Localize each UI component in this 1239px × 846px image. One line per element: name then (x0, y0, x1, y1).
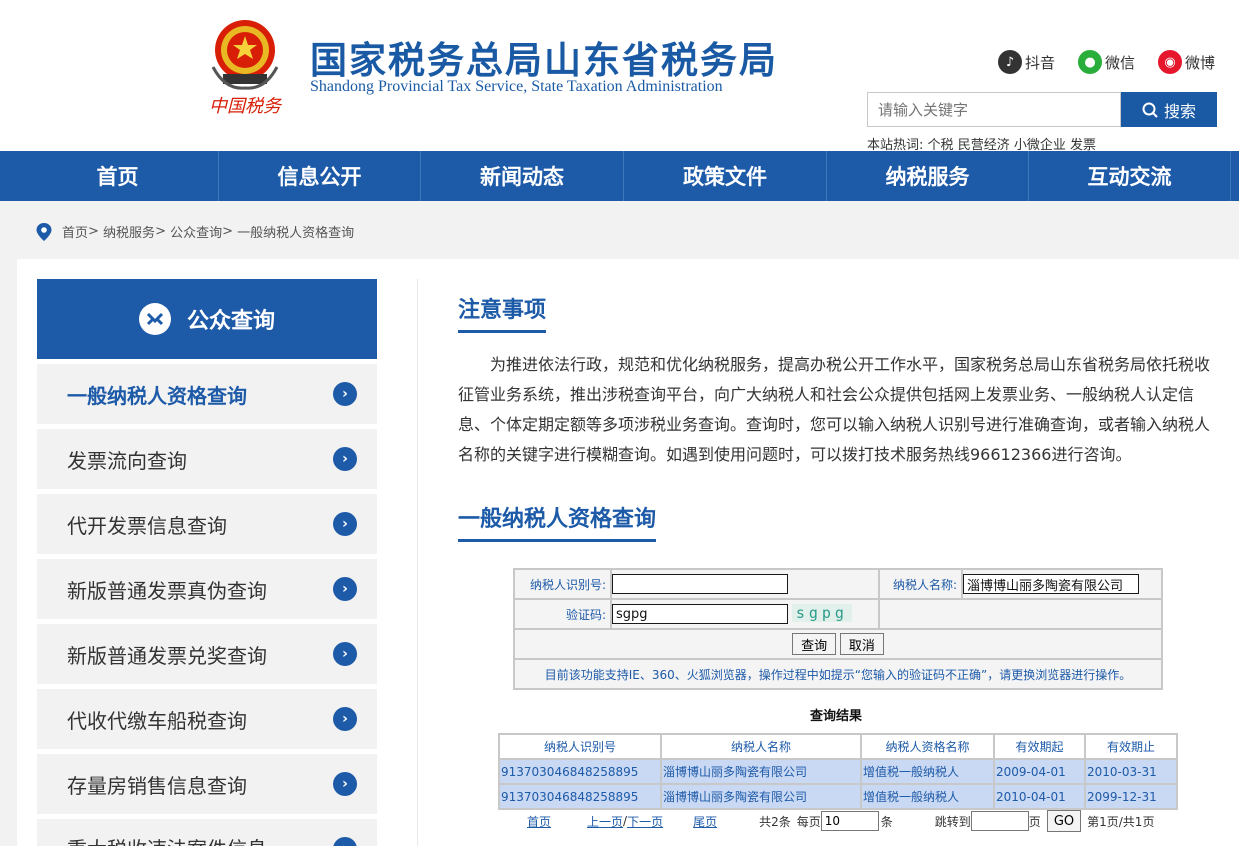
breadcrumb-public-query[interactable]: 公众查询 (170, 222, 222, 241)
jump-page-input[interactable] (970, 811, 1029, 831)
search-input[interactable] (867, 92, 1121, 127)
search-button[interactable]: 搜索 (1121, 92, 1217, 127)
table-row: 913703046848258895 淄博博山丽多陶瓷有限公司 增值税一般纳税人… (498, 783, 1178, 810)
query-title: 一般纳税人资格查询 (458, 501, 657, 542)
taxpayer-id-input[interactable] (612, 574, 788, 594)
nav-tax-service[interactable]: 纳税服务 (827, 151, 1029, 201)
sidebar-item-general-taxpayer[interactable]: 一般纳税人资格查询 › (37, 364, 377, 424)
captcha-image[interactable]: sgpg (791, 603, 852, 622)
pager-first[interactable]: 首页 (527, 813, 551, 830)
pager-prev[interactable]: 上一页 (587, 813, 623, 830)
pager-last[interactable]: 尾页 (693, 813, 717, 830)
nav-interaction[interactable]: 互动交流 (1029, 151, 1231, 201)
sidebar-item-invoice-authenticity[interactable]: 新版普通发票真伪查询 › (37, 559, 377, 619)
go-button[interactable]: GO (1046, 810, 1082, 832)
breadcrumb-current[interactable]: 一般纳税人资格查询 (237, 222, 354, 241)
pager-info: 第1页/共1页 (1087, 814, 1155, 829)
result-table: 纳税人识别号 纳税人名称 纳税人资格名称 有效期起 有效期止 913703046… (498, 733, 1178, 810)
chevron-right-icon: › (333, 772, 357, 796)
result-title: 查询结果 (810, 709, 863, 724)
table-row: 913703046848258895 淄博博山丽多陶瓷有限公司 增值税一般纳税人… (498, 758, 1178, 785)
chevron-right-icon: › (333, 512, 357, 536)
captcha-input[interactable] (612, 604, 788, 625)
browser-tip: 目前该功能支持IE、360、火狐浏览器，操作过程中如提示“您输入的验证码不正确”… (513, 658, 1163, 690)
taxpayer-name-label: 纳税人名称: (878, 568, 963, 600)
query-button[interactable]: 查询 (792, 633, 837, 655)
weibo-icon: ◉ (1158, 50, 1182, 74)
pager-next[interactable]: 下一页 (627, 813, 663, 830)
result-header-row: 纳税人识别号 纳税人名称 纳税人资格名称 有效期起 有效期止 (498, 733, 1178, 760)
site-title: 国家税务总局山东省税务局 (310, 39, 778, 82)
wechat-icon: ● (1078, 50, 1102, 74)
chevron-right-icon: › (333, 707, 357, 731)
breadcrumb-home[interactable]: 首页 (62, 222, 88, 241)
chevron-right-icon: › (333, 382, 357, 406)
sidebar-item-vehicle-tax[interactable]: 代收代缴车船税查询 › (37, 689, 377, 749)
sidebar-item-invoice-prize[interactable]: 新版普通发票兑奖查询 › (37, 624, 377, 684)
sidebar-item-tax-violation[interactable]: 重大税收违法案件信息 › (37, 819, 377, 846)
site-header: 中国税务 国家税务总局山东省税务局 Shandong Provincial Ta… (0, 0, 1239, 153)
nav-info-public[interactable]: 信息公开 (219, 151, 421, 201)
taxpayer-id-label: 纳税人识别号: (513, 568, 612, 600)
notice-text: 为推进依法行政，规范和优化纳税服务，提高办税公开工作水平，国家税务总局山东省税务… (458, 355, 1211, 464)
captcha-label: 验证码: (513, 598, 612, 630)
breadcrumb: 首页 > 纳税服务 > 公众查询 > 一般纳税人资格查询 (36, 222, 354, 241)
main-nav: 首页 信息公开 新闻动态 政策文件 纳税服务 互动交流 (0, 151, 1239, 201)
tax-emblem-icon: 中国税务 (209, 20, 283, 117)
search-icon (1142, 102, 1158, 118)
douyin-link[interactable]: ♪ 抖音 (998, 50, 1055, 74)
nav-policy[interactable]: 政策文件 (624, 151, 827, 201)
chevron-right-icon: › (333, 577, 357, 601)
nav-home[interactable]: 首页 (17, 151, 219, 201)
location-pin-icon (36, 222, 52, 241)
cancel-button[interactable]: 取消 (839, 633, 884, 655)
sidebar-item-issued-invoice[interactable]: 代开发票信息查询 › (37, 494, 377, 554)
sidebar-item-house-sales[interactable]: 存量房销售信息查询 › (37, 754, 377, 814)
chevron-right-icon: › (333, 837, 357, 846)
query-form: 纳税人识别号: 纳税人名称: 验证码: sgpg 查询 取消 目前该功能支持IE… (513, 568, 1163, 690)
chevron-right-icon: › (333, 642, 357, 666)
sidebar-header: 公众查询 (37, 279, 377, 359)
svg-text:中国税务: 中国税务 (209, 96, 283, 117)
breadcrumb-tax-service[interactable]: 纳税服务 (103, 222, 155, 241)
per-page-input[interactable] (820, 811, 879, 831)
notice-title: 注意事项 (458, 292, 547, 333)
sidebar-item-invoice-flow[interactable]: 发票流向查询 › (37, 429, 377, 489)
pagination: 首页 上一页/下一页 尾页 共2条 每页 条 跳转到 页 GO 第1页/共1页 (498, 810, 1198, 832)
pager-total: 共2条 (759, 814, 791, 829)
douyin-icon: ♪ (998, 50, 1022, 74)
public-query-icon (138, 303, 171, 335)
site-subtitle: Shandong Provincial Tax Service, State T… (310, 78, 723, 95)
chevron-right-icon: › (333, 447, 357, 471)
nav-news[interactable]: 新闻动态 (421, 151, 624, 201)
taxpayer-name-input[interactable] (963, 574, 1139, 594)
wechat-link[interactable]: ● 微信 (1078, 50, 1135, 74)
weibo-link[interactable]: ◉ 微博 (1158, 50, 1215, 74)
